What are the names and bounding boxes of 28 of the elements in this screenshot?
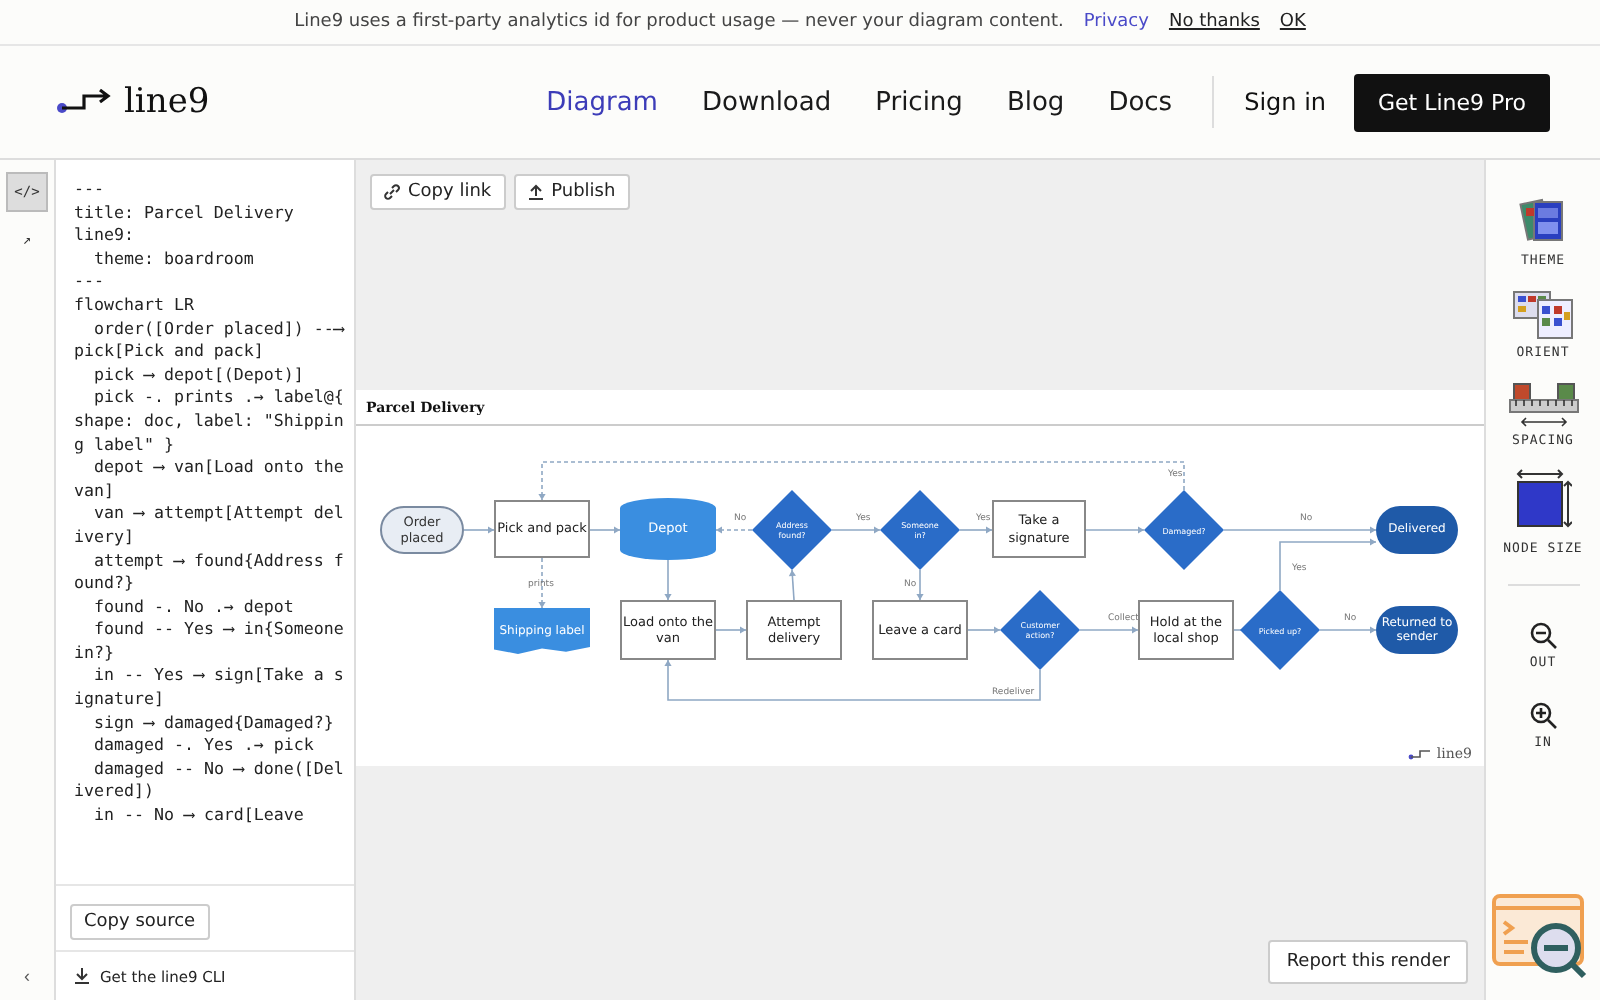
get-pro-button[interactable]: Get Line9 Pro <box>1354 73 1550 131</box>
consent-message: Line9 uses a first-party analytics id for product usage — never your diagram content. <box>294 12 1064 32</box>
publish-button[interactable]: Publish <box>513 174 630 210</box>
download-icon <box>74 968 90 984</box>
consent-link[interactable]: OK <box>1279 12 1306 32</box>
zoom-in-icon <box>1529 702 1557 730</box>
nav-link[interactable]: Docs <box>1108 87 1173 117</box>
ruler-blocks-icon <box>1507 380 1579 428</box>
nav-link[interactable]: Download <box>701 87 832 117</box>
logo-icon <box>1408 748 1433 760</box>
collapse-button[interactable]: ‹ <box>12 964 42 988</box>
upload-icon <box>527 184 544 200</box>
sign-in-link[interactable]: Sign in <box>1244 88 1327 116</box>
help-widget-icon[interactable] <box>1492 892 1588 980</box>
grid-layout-icon <box>1511 288 1575 340</box>
copy-link-button[interactable]: Copy link <box>370 174 506 210</box>
consent-link[interactable]: Privacy <box>1083 12 1149 32</box>
nav-link[interactable]: Pricing <box>875 87 963 117</box>
logo-icon <box>56 88 116 116</box>
logo-wordmark[interactable]: line9 <box>124 82 210 122</box>
nav-link[interactable]: Blog <box>1006 87 1065 117</box>
consent-link[interactable]: No thanks <box>1168 12 1260 32</box>
report-render-button[interactable]: Report this render <box>1268 940 1468 984</box>
nav-link[interactable]: Diagram <box>546 87 658 117</box>
link-icon <box>384 184 400 200</box>
code-editor[interactable]: --- title: Parcel Delivery line9: theme: boardroom --- flowchart LR order([Order placed]) --⟶ pick[Pick and pack] pick ⟶ depot[(Depot)] pick -. prints .→ label@{ shape: doc, label: "Shipping label" } depot ⟶ van[Load onto the van] van ⟶ attempt[Attempt delivery] attempt ⟶ found{Address found?} found -. No .→ depot found -- Yes ⟶ in{Someone in?} in -- Yes ⟶ sign[Take a signature] sign ⟶ damaged{Damaged?} damaged -. Yes .→ pick damaged -- No ⟶ done([Delivered]) in -- No ⟶ card[Leave <box>56 160 354 884</box>
copy-source-button[interactable]: Copy source <box>70 904 210 940</box>
zoom-out-icon <box>1529 622 1557 650</box>
